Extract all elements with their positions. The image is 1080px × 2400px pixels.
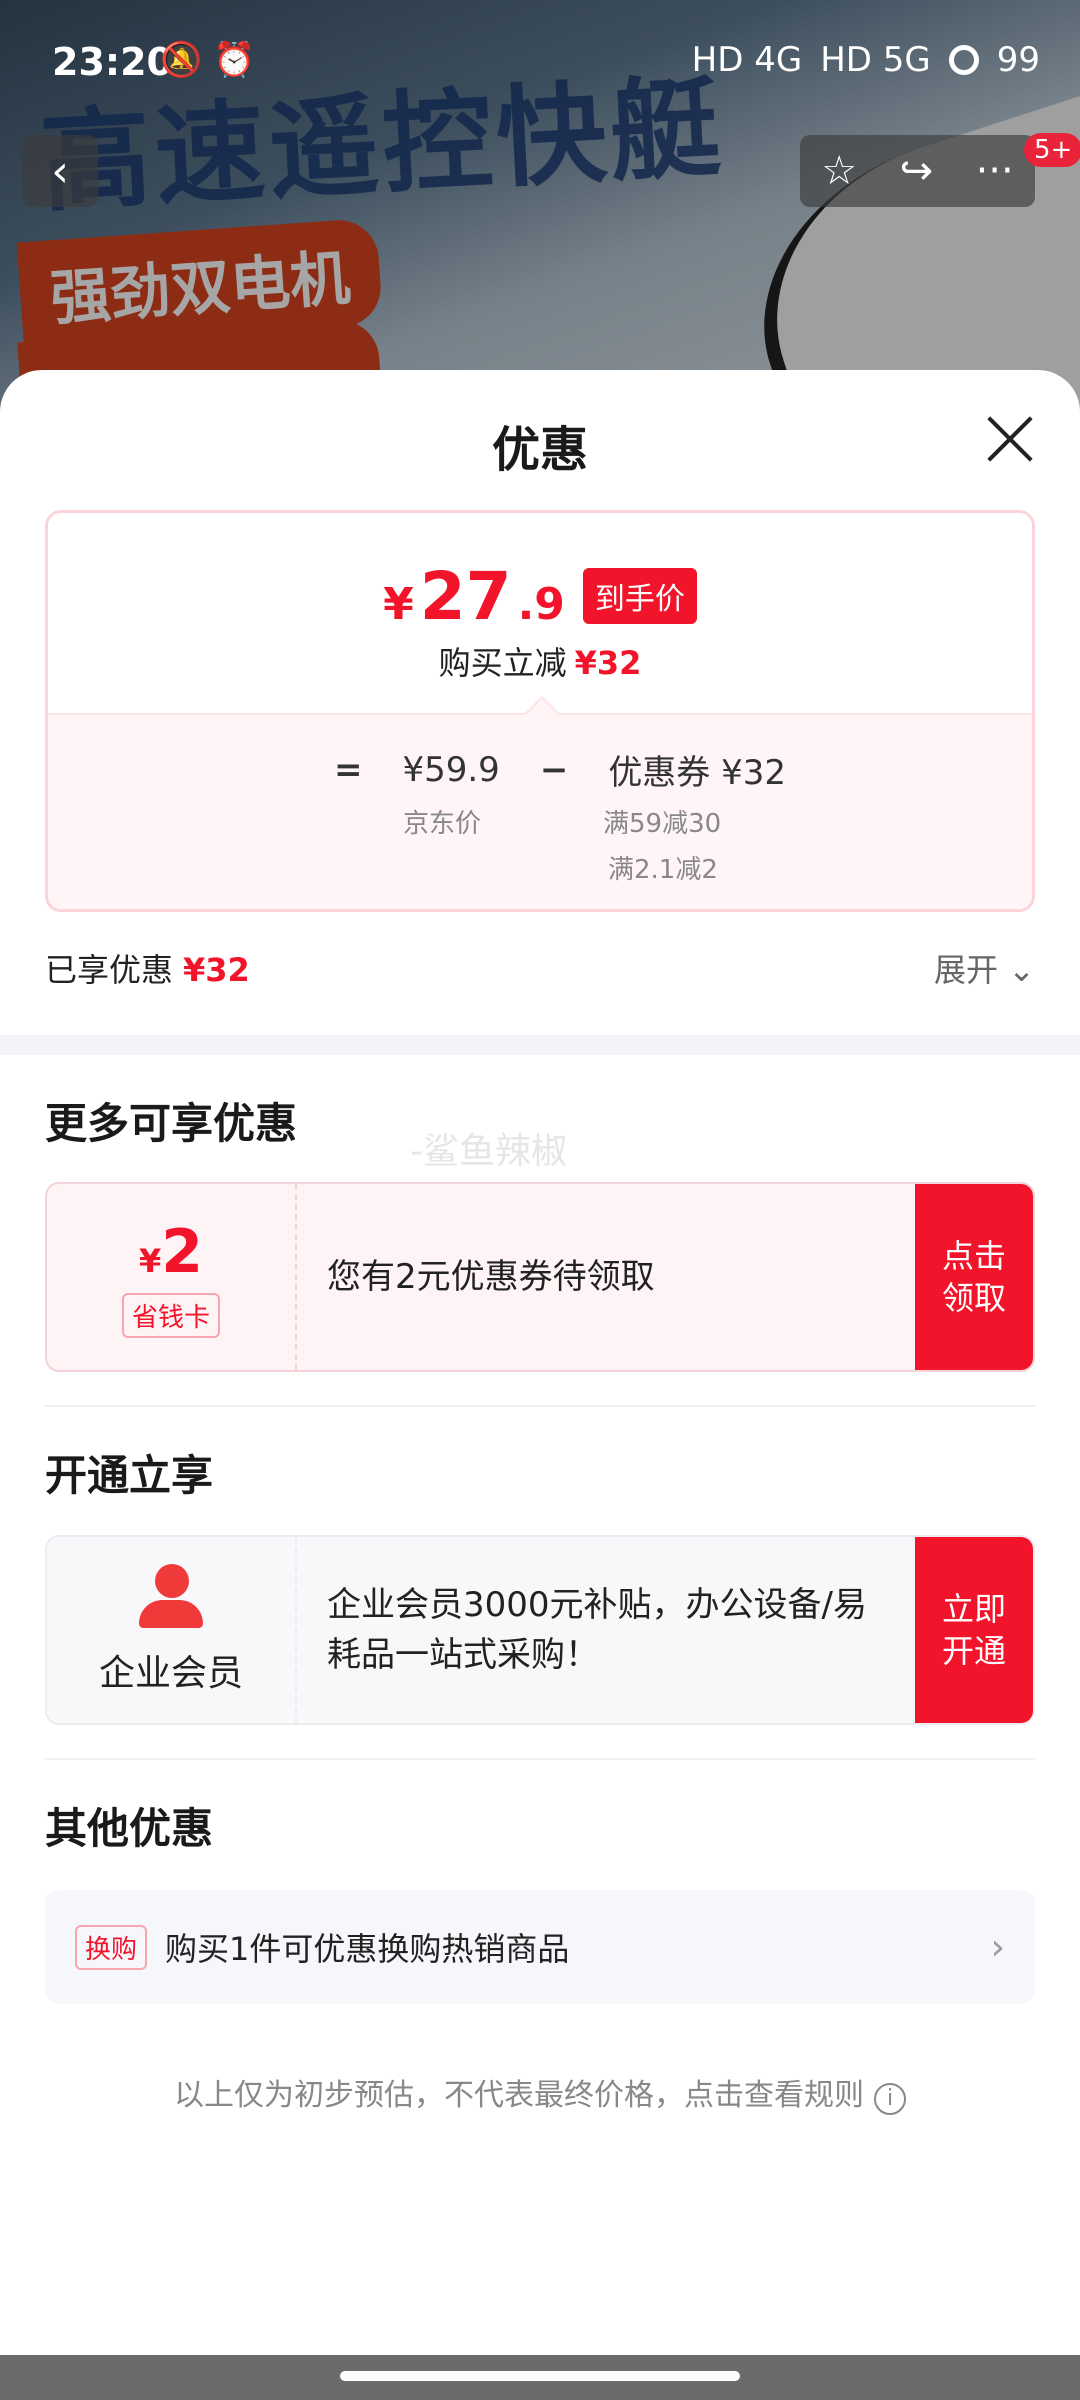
discount-sheet: 优惠 ¥ 27 .9 到手价 购买立减 ¥32 = ¥59.9 − 优惠券 ¥32…	[0, 370, 1080, 2355]
jd-price: ¥59.9	[402, 749, 500, 790]
more-offers-heading: 更多可享优惠	[45, 1099, 298, 1148]
network-icon-2: HD 5G	[820, 40, 931, 80]
minus-sign: −	[539, 749, 569, 790]
final-price-decimal: .9	[517, 579, 565, 630]
instant-discount-label: 购买立减	[438, 644, 567, 682]
activate-membership-button[interactable]: 立即 开通	[915, 1537, 1033, 1723]
close-icon[interactable]	[985, 415, 1035, 465]
coupon-rule-2: 满2.1减2	[608, 855, 718, 885]
battery-icon	[948, 45, 979, 75]
coupon-offer-card: ¥2 省钱卡 您有2元优惠券待领取 点击领取	[45, 1182, 1035, 1372]
chevron-right-icon: ›	[990, 1926, 1005, 1968]
membership-heading: 开通立享	[45, 1451, 214, 1500]
other-offers-heading: 其他优惠	[45, 1804, 214, 1853]
final-price-integer: 27	[419, 558, 512, 635]
info-icon: i	[874, 2083, 906, 2115]
trade-in-row[interactable]: 换购 购买1件可优惠换购热销商品 ›	[45, 1890, 1035, 2004]
back-icon: ‹	[51, 145, 69, 197]
network-icon-1: HD 4G	[691, 40, 803, 80]
formula-section: = ¥59.9 − 优惠券 ¥32 京东价 满59减30 满2.1减2	[48, 713, 1032, 909]
saving-card-tag: 省钱卡	[121, 1292, 220, 1338]
divider	[45, 1405, 1035, 1407]
activate-button-line2: 开通	[941, 1632, 1006, 1670]
status-bar: 23:20 🔕 ⏰ HD 4G HD 5G 99	[0, 0, 1080, 125]
claim-button-line1: 点击	[941, 1237, 1006, 1275]
price-formula: = ¥59.9 − 优惠券 ¥32	[48, 745, 1032, 794]
nav-action-group: ☆ ↪ ···	[800, 135, 1035, 207]
watermark-text: -鲨鱼辣椒	[410, 1131, 567, 1172]
coupon-amount-block: ¥2 省钱卡	[47, 1184, 297, 1370]
back-button[interactable]: ‹	[22, 135, 98, 207]
equals-sign: =	[333, 749, 363, 790]
final-price-tag: 到手价	[582, 568, 697, 624]
trade-in-tag: 换购	[75, 1924, 148, 1970]
share-icon[interactable]: ↪	[900, 148, 934, 194]
price-breakdown-card: ¥ 27 .9 到手价 购买立减 ¥32 = ¥59.9 − 优惠券 ¥32 京东…	[45, 510, 1035, 912]
currency-symbol: ¥	[383, 579, 414, 630]
membership-card: 企业会员 企业会员3000元补贴，办公设备/易耗品一站式采购！ 立即开通	[45, 1535, 1035, 1725]
battery-level: 99	[996, 40, 1040, 80]
user-icon	[139, 1564, 203, 1628]
enjoyed-value: ¥32	[183, 951, 250, 989]
coupon-value: 2	[161, 1216, 203, 1287]
coupon-rule-1: 满59减30	[603, 809, 722, 839]
expand-button[interactable]: 展开 ⌄	[934, 945, 1035, 991]
instant-discount-line: 购买立减 ¥32	[48, 638, 1032, 684]
activate-button-line1: 立即	[941, 1590, 1006, 1628]
membership-left: 企业会员	[47, 1537, 297, 1723]
enjoyed-label: 已享优惠	[45, 951, 174, 989]
final-price-section: ¥ 27 .9 到手价 购买立减 ¥32	[48, 513, 1032, 713]
status-time: 23:20	[52, 40, 173, 84]
favorite-icon[interactable]: ☆	[821, 148, 857, 194]
coupon-total: 优惠券 ¥32	[608, 753, 787, 793]
claim-coupon-button[interactable]: 点击 领取	[915, 1184, 1033, 1370]
claim-button-line2: 领取	[941, 1279, 1006, 1317]
coupon-amount: ¥2	[139, 1217, 203, 1287]
footnote-text: 以上仅为初步预估，不代表最终价格，点击查看规则	[174, 2078, 864, 2113]
membership-text: 企业会员3000元补贴，办公设备/易耗品一站式采购！	[327, 1585, 867, 1675]
message-badge: 5+	[1024, 133, 1080, 167]
instant-discount-value: ¥32	[574, 644, 642, 682]
trade-in-text: 购买1件可优惠换购热销商品	[165, 1930, 570, 1968]
membership-label: 企业会员	[98, 1653, 243, 1694]
coupon-currency: ¥	[138, 1241, 162, 1280]
rules-footnote[interactable]: 以上仅为初步预估，不代表最终价格，点击查看规则 i	[0, 2070, 1080, 2115]
more-icon[interactable]: ···	[976, 148, 1014, 194]
divider	[45, 1758, 1035, 1760]
section-divider	[0, 1035, 1080, 1055]
status-left-icons: 🔕 ⏰	[160, 40, 256, 80]
sheet-title: 优惠	[491, 422, 588, 478]
jd-price-label: 京东价	[403, 809, 482, 839]
home-indicator[interactable]	[340, 2371, 740, 2381]
coupon-offer-text: 您有2元优惠券待领取	[327, 1257, 655, 1297]
enjoyed-discount: 已享优惠 ¥32	[45, 945, 250, 991]
